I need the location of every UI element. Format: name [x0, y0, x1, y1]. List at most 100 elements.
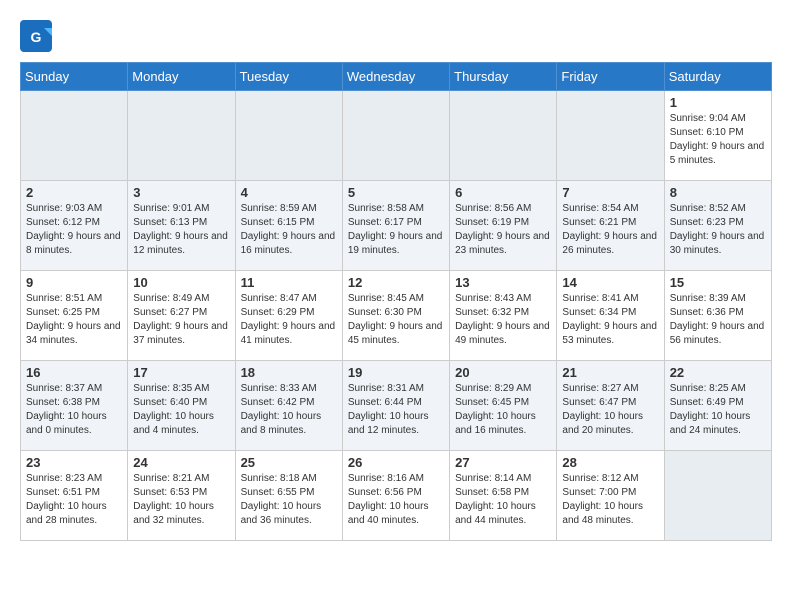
day-info: Sunrise: 8:16 AM Sunset: 6:56 PM Dayligh… [348, 472, 444, 528]
day-number: 16 [26, 365, 122, 380]
day-number: 9 [26, 275, 122, 290]
calendar-cell: 7 Sunrise: 8:54 AM Sunset: 6:21 PM Daylig… [557, 181, 664, 271]
weekday-header: Sunday [21, 63, 128, 91]
day-info: Sunrise: 8:41 AM Sunset: 6:34 PM Dayligh… [562, 292, 658, 348]
day-number: 1 [670, 95, 766, 110]
day-info: Sunrise: 8:47 AM Sunset: 6:29 PM Dayligh… [241, 292, 337, 348]
calendar-cell: 14 Sunrise: 8:41 AM Sunset: 6:34 PM Dayli… [557, 271, 664, 361]
calendar-cell [21, 91, 128, 181]
logo-icon: G [20, 20, 52, 52]
day-info: Sunrise: 8:49 AM Sunset: 6:27 PM Dayligh… [133, 292, 229, 348]
day-info: Sunrise: 8:12 AM Sunset: 7:00 PM Dayligh… [562, 472, 658, 528]
day-info: Sunrise: 8:39 AM Sunset: 6:36 PM Dayligh… [670, 292, 766, 348]
calendar-cell [557, 91, 664, 181]
calendar-cell [342, 91, 449, 181]
calendar-cell: 12 Sunrise: 8:45 AM Sunset: 6:30 PM Dayli… [342, 271, 449, 361]
day-number: 17 [133, 365, 229, 380]
day-info: Sunrise: 9:04 AM Sunset: 6:10 PM Dayligh… [670, 112, 766, 168]
calendar-week-row: 23 Sunrise: 8:23 AM Sunset: 6:51 PM Dayli… [21, 451, 772, 541]
day-number: 21 [562, 365, 658, 380]
calendar-header-row: SundayMondayTuesdayWednesdayThursdayFrid… [21, 63, 772, 91]
day-number: 15 [670, 275, 766, 290]
calendar-cell: 18Sunrise: 8:33 AM Sunset: 6:42 PM Dayli… [235, 361, 342, 451]
weekday-header: Saturday [664, 63, 771, 91]
day-info: Sunrise: 8:18 AM Sunset: 6:55 PM Dayligh… [241, 472, 337, 528]
calendar-cell: 25 Sunrise: 8:18 AM Sunset: 6:55 PM Dayli… [235, 451, 342, 541]
calendar-cell [235, 91, 342, 181]
day-number: 13 [455, 275, 551, 290]
day-info: Sunrise: 8:14 AM Sunset: 6:58 PM Dayligh… [455, 472, 551, 528]
weekday-header: Thursday [450, 63, 557, 91]
svg-text:G: G [31, 29, 42, 45]
day-number: 2 [26, 185, 122, 200]
day-number: 12 [348, 275, 444, 290]
calendar-table: SundayMondayTuesdayWednesdayThursdayFrid… [20, 62, 772, 541]
day-number: 3 [133, 185, 229, 200]
day-info: Sunrise: 8:54 AM Sunset: 6:21 PM Dayligh… [562, 202, 658, 258]
day-number: 22 [670, 365, 766, 380]
day-info: Sunrise: 8:23 AM Sunset: 6:51 PM Dayligh… [26, 472, 122, 528]
day-info: Sunrise: 8:56 AM Sunset: 6:19 PM Dayligh… [455, 202, 551, 258]
day-info: Sunrise: 8:21 AM Sunset: 6:53 PM Dayligh… [133, 472, 229, 528]
calendar-cell: 26 Sunrise: 8:16 AM Sunset: 6:56 PM Dayli… [342, 451, 449, 541]
page-header: G [20, 20, 772, 52]
day-number: 10 [133, 275, 229, 290]
day-info: Sunrise: 8:52 AM Sunset: 6:23 PM Dayligh… [670, 202, 766, 258]
weekday-header: Monday [128, 63, 235, 91]
calendar-cell: 23 Sunrise: 8:23 AM Sunset: 6:51 PM Dayli… [21, 451, 128, 541]
calendar-cell: 27 Sunrise: 8:14 AM Sunset: 6:58 PM Dayli… [450, 451, 557, 541]
calendar-week-row: 1 Sunrise: 9:04 AM Sunset: 6:10 PM Daylig… [21, 91, 772, 181]
day-info: Sunrise: 8:31 AM Sunset: 6:44 PM Dayligh… [348, 382, 444, 438]
day-number: 4 [241, 185, 337, 200]
calendar-cell: 4 Sunrise: 8:59 AM Sunset: 6:15 PM Daylig… [235, 181, 342, 271]
calendar-cell: 11 Sunrise: 8:47 AM Sunset: 6:29 PM Dayli… [235, 271, 342, 361]
day-number: 14 [562, 275, 658, 290]
calendar-cell: 3 Sunrise: 9:01 AM Sunset: 6:13 PM Daylig… [128, 181, 235, 271]
day-info: Sunrise: 9:03 AM Sunset: 6:12 PM Dayligh… [26, 202, 122, 258]
calendar-cell: 20 Sunrise: 8:29 AM Sunset: 6:45 PM Dayli… [450, 361, 557, 451]
calendar-week-row: 16 Sunrise: 8:37 AM Sunset: 6:38 PM Dayli… [21, 361, 772, 451]
day-info: Sunrise: 8:35 AM Sunset: 6:40 PM Dayligh… [133, 382, 229, 438]
day-info: Sunrise: 8:25 AM Sunset: 6:49 PM Dayligh… [670, 382, 766, 438]
calendar-cell: 1 Sunrise: 9:04 AM Sunset: 6:10 PM Daylig… [664, 91, 771, 181]
calendar-cell: 22 Sunrise: 8:25 AM Sunset: 6:49 PM Dayli… [664, 361, 771, 451]
calendar-cell: 8 Sunrise: 8:52 AM Sunset: 6:23 PM Daylig… [664, 181, 771, 271]
logo: G [20, 20, 56, 52]
day-number: 7 [562, 185, 658, 200]
day-number: 6 [455, 185, 551, 200]
calendar-cell: 2 Sunrise: 9:03 AM Sunset: 6:12 PM Daylig… [21, 181, 128, 271]
calendar-cell: 13 Sunrise: 8:43 AM Sunset: 6:32 PM Dayli… [450, 271, 557, 361]
day-info: Sunrise: 8:59 AM Sunset: 6:15 PM Dayligh… [241, 202, 337, 258]
calendar-cell: 24 Sunrise: 8:21 AM Sunset: 6:53 PM Dayli… [128, 451, 235, 541]
day-number: 23 [26, 455, 122, 470]
day-info: Sunrise: 8:33 AM Sunset: 6:42 PM Dayligh… [241, 382, 337, 438]
day-number: 24 [133, 455, 229, 470]
calendar-cell [450, 91, 557, 181]
calendar-cell: 28 Sunrise: 8:12 AM Sunset: 7:00 PM Dayli… [557, 451, 664, 541]
calendar-cell [664, 451, 771, 541]
day-number: 27 [455, 455, 551, 470]
day-info: Sunrise: 8:58 AM Sunset: 6:17 PM Dayligh… [348, 202, 444, 258]
calendar-cell: 19 Sunrise: 8:31 AM Sunset: 6:44 PM Dayli… [342, 361, 449, 451]
day-info: Sunrise: 8:45 AM Sunset: 6:30 PM Dayligh… [348, 292, 444, 348]
calendar-cell: 21 Sunrise: 8:27 AM Sunset: 6:47 PM Dayli… [557, 361, 664, 451]
day-number: 26 [348, 455, 444, 470]
weekday-header: Friday [557, 63, 664, 91]
day-info: Sunrise: 9:01 AM Sunset: 6:13 PM Dayligh… [133, 202, 229, 258]
day-number: 8 [670, 185, 766, 200]
calendar-cell: 15 Sunrise: 8:39 AM Sunset: 6:36 PM Dayli… [664, 271, 771, 361]
day-number: 5 [348, 185, 444, 200]
day-info: Sunrise: 8:27 AM Sunset: 6:47 PM Dayligh… [562, 382, 658, 438]
day-number: 20 [455, 365, 551, 380]
day-number: 19 [348, 365, 444, 380]
calendar-cell: 9Sunrise: 8:51 AM Sunset: 6:25 PM Daylig… [21, 271, 128, 361]
calendar-cell: 16 Sunrise: 8:37 AM Sunset: 6:38 PM Dayli… [21, 361, 128, 451]
day-number: 11 [241, 275, 337, 290]
weekday-header: Wednesday [342, 63, 449, 91]
day-info: Sunrise: 8:37 AM Sunset: 6:38 PM Dayligh… [26, 382, 122, 438]
weekday-header: Tuesday [235, 63, 342, 91]
day-info: Sunrise: 8:29 AM Sunset: 6:45 PM Dayligh… [455, 382, 551, 438]
day-info: Sunrise: 8:43 AM Sunset: 6:32 PM Dayligh… [455, 292, 551, 348]
day-number: 25 [241, 455, 337, 470]
day-number: 28 [562, 455, 658, 470]
